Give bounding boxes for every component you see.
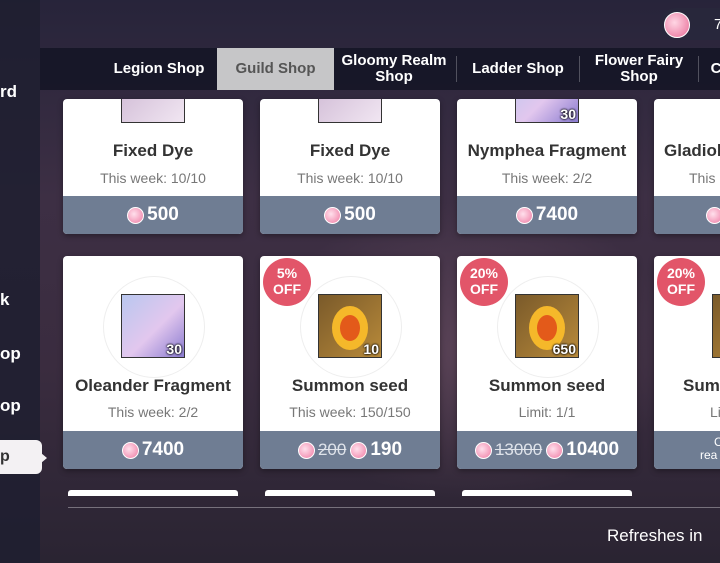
left-sidebar: rd k op op <box>0 0 40 563</box>
item-limit: This week: 2/2 <box>107 404 199 420</box>
item-limit: This week: 2/2 <box>501 170 593 186</box>
shop-item-card-partial[interactable]: Gladiol This <box>654 99 720 234</box>
item-limit: Limit: 1/1 <box>518 404 576 420</box>
price-button[interactable]: 200 190 <box>260 431 440 469</box>
shop-item-card[interactable]: 30 Nymphea Fragment This week: 2/2 7400 <box>457 99 637 234</box>
discount-text: 5% OFF <box>273 265 301 297</box>
tab-divider <box>698 56 699 82</box>
item-price: 7400 <box>141 439 185 460</box>
fixed-dye-item-icon <box>121 99 185 123</box>
price-button[interactable]: 7400 <box>457 196 637 234</box>
sidebar-item-2[interactable]: k <box>0 290 9 310</box>
sidebar-item-1[interactable]: rd <box>0 82 17 102</box>
discount-text: 20% OFF <box>469 265 499 297</box>
currency-display: 7 <box>660 8 720 40</box>
item-price: 10400 <box>566 439 620 460</box>
item-limit: This week: 10/10 <box>100 170 206 186</box>
next-row-card-edge <box>68 490 238 496</box>
discount-text: 20% OFF <box>666 265 696 297</box>
item-name: Gladiol <box>664 141 720 160</box>
nymphea-portrait-icon: 30 <box>515 99 579 123</box>
original-price: 13000 <box>494 440 543 459</box>
refresh-timer-text: Refreshes in <box>607 526 703 545</box>
item-name: Summon seed <box>488 376 606 395</box>
sidebar-item-3[interactable]: op <box>0 344 21 364</box>
item-name: Fixed Dye <box>112 141 194 160</box>
price-button[interactable]: 500 <box>260 196 440 234</box>
item-name: Oleander Fragment <box>75 376 231 395</box>
item-quantity: 30 <box>166 341 182 357</box>
pink-gem-icon <box>127 206 145 224</box>
price-button[interactable]: 7400 <box>63 431 243 469</box>
tab-legion-shop[interactable]: Legion Shop <box>100 48 218 90</box>
pink-gem-icon <box>324 206 342 224</box>
next-row-card-edge <box>265 490 435 496</box>
oleander-portrait-icon: 30 <box>121 294 185 358</box>
tab-flower-fairy-shop[interactable]: Flower Fairy Shop <box>587 48 691 90</box>
item-price: 190 <box>370 439 403 460</box>
sold-out-note-2: rea <box>700 448 718 462</box>
sidebar-item-selected[interactable]: p <box>0 440 42 474</box>
fixed-dye-item-icon <box>318 99 382 123</box>
pink-gem-icon <box>121 441 139 459</box>
item-price: 7400 <box>535 204 579 225</box>
sidebar-item-selected-label: p <box>0 448 10 465</box>
pink-gem-icon <box>297 441 315 459</box>
item-name: Fixed Dye <box>309 141 391 160</box>
price-button[interactable]: C rea <box>654 431 720 469</box>
price-button[interactable]: 500 <box>63 196 243 234</box>
item-limit: This <box>689 170 716 186</box>
item-quantity: 10 <box>363 341 379 357</box>
pink-gem-icon <box>350 441 368 459</box>
sidebar-item-4[interactable]: op <box>0 396 21 416</box>
pink-gem-icon <box>546 441 564 459</box>
shop-item-card[interactable]: Fixed Dye This week: 10/10 500 <box>260 99 440 234</box>
item-name: Summon seed <box>291 376 409 395</box>
item-name: Sum <box>683 376 720 395</box>
tab-divider <box>579 56 580 82</box>
shop-item-card[interactable]: 30 Oleander Fragment This week: 2/2 7400 <box>63 256 243 469</box>
discount-badge: 20% OFF <box>656 257 706 307</box>
item-price: 500 <box>147 204 179 225</box>
tab-guild-shop[interactable]: Guild Shop <box>217 48 334 90</box>
tab-gloomy-realm-shop[interactable]: Gloomy Realm Shop <box>338 48 450 90</box>
item-price: 500 <box>344 204 376 225</box>
item-limit: This week: 150/150 <box>289 404 411 420</box>
summon-seed-icon: 650 <box>515 294 579 358</box>
discount-badge: 20% OFF <box>459 257 509 307</box>
shop-item-card[interactable]: Fixed Dye This week: 10/10 500 <box>63 99 243 234</box>
pink-gem-icon <box>515 206 533 224</box>
discount-badge: 5% OFF <box>262 257 312 307</box>
price-button[interactable] <box>654 196 720 234</box>
currency-value: 7 <box>714 16 720 33</box>
summon-seed-icon: 10 <box>318 294 382 358</box>
footer-divider <box>68 507 720 508</box>
pink-gem-icon <box>474 441 492 459</box>
next-row-card-edge <box>462 490 632 496</box>
selected-arrow-icon <box>41 453 47 463</box>
price-button[interactable]: 13000 10400 <box>457 431 637 469</box>
pink-gem-icon <box>706 206 720 224</box>
item-limit: This week: 10/10 <box>297 170 403 186</box>
tab-partial[interactable]: C <box>706 48 720 90</box>
summon-seed-icon <box>712 294 720 358</box>
shop-tab-bar: Legion Shop Guild Shop Gloomy Realm Shop… <box>40 48 720 90</box>
original-price: 200 <box>317 440 347 459</box>
tab-ladder-shop[interactable]: Ladder Shop <box>460 48 576 90</box>
tab-divider <box>456 56 457 82</box>
item-limit: Li <box>710 404 720 420</box>
item-quantity: 30 <box>560 106 576 122</box>
item-name: Nymphea Fragment <box>467 141 627 160</box>
pink-gem-icon <box>664 12 690 38</box>
item-quantity: 650 <box>552 341 576 357</box>
